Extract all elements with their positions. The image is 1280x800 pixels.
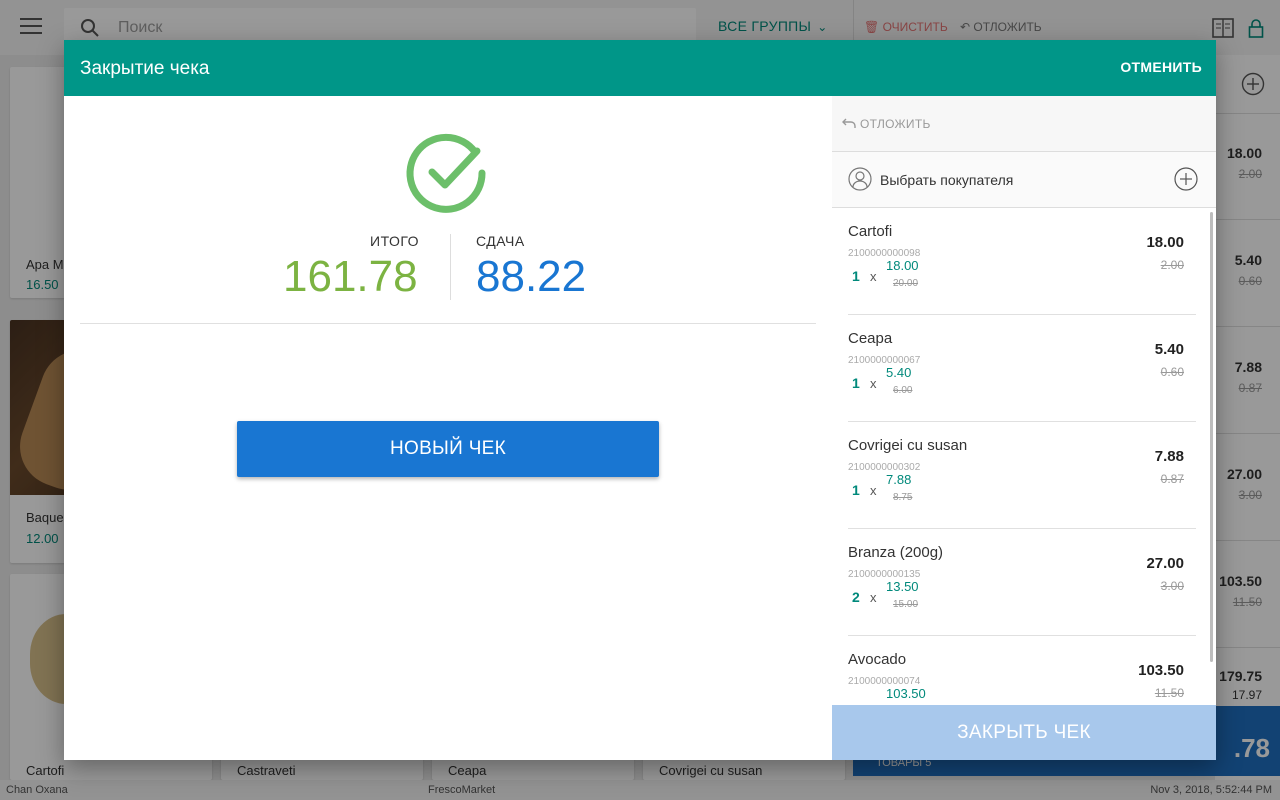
item-name: Covrigei cu susan [848, 437, 968, 454]
item-total: 18.00 [1146, 234, 1184, 251]
item-total: 103.50 [1138, 662, 1184, 679]
receipt-item[interactable]: Ceapa 2100000000067 1 x 5.40 6.00 5.40 0… [848, 315, 1196, 422]
person-icon [848, 167, 872, 191]
cancel-button[interactable]: ОТМЕНИТЬ [1120, 59, 1202, 75]
multiply-sign: x [870, 269, 877, 284]
item-unit-old-price: 8.75 [893, 492, 913, 503]
item-name: Avocado [848, 651, 907, 668]
multiply-sign: x [870, 376, 877, 391]
close-check-button[interactable]: ЗАКРЫТЬ ЧЕК [832, 705, 1216, 760]
item-discount: 11.50 [1154, 686, 1184, 700]
receipt-item[interactable]: Branza (200g) 2100000000135 2 x 13.50 15… [848, 529, 1196, 636]
undo-icon [842, 118, 856, 128]
scrollbar[interactable] [1210, 212, 1213, 662]
change-label: СДАЧА [476, 233, 525, 249]
item-unit-price: 13.50 [886, 579, 919, 594]
select-customer-row[interactable]: Выбрать покупателя [832, 152, 1216, 208]
item-unit-price: 5.40 [886, 365, 912, 380]
check-circle-icon [406, 133, 486, 213]
multiply-sign: x [870, 590, 877, 605]
item-quantity[interactable]: 1 [852, 375, 860, 391]
divider [450, 234, 451, 300]
dialog-header: Закрытие чека ОТМЕНИТЬ [64, 40, 1216, 96]
item-discount: 0.87 [1160, 472, 1184, 486]
change-value: 88.22 [476, 252, 587, 301]
receipt-panel: ОТЛОЖИТЬ Выбрать покупателя Cartofi 2100… [832, 96, 1216, 760]
receipt-item[interactable]: Avocado 2100000000074 103.50 103.50 11.5… [848, 636, 1196, 705]
item-discount: 3.00 [1160, 579, 1184, 593]
item-unit-price: 7.88 [886, 472, 912, 487]
multiply-sign: x [870, 483, 877, 498]
item-name: Branza (200g) [848, 544, 944, 561]
defer-button[interactable]: ОТЛОЖИТЬ [832, 96, 1216, 152]
item-total: 27.00 [1146, 555, 1184, 572]
item-unit-price: 103.50 [886, 686, 926, 701]
plus-circle-icon[interactable] [1174, 167, 1198, 191]
item-discount: 2.00 [1160, 258, 1184, 272]
item-unit-old-price: 20.00 [893, 278, 919, 289]
new-check-button[interactable]: НОВЫЙ ЧЕК [237, 421, 659, 477]
dialog-title: Закрытие чека [80, 58, 210, 79]
defer-label: ОТЛОЖИТЬ [860, 117, 931, 131]
total-value: 161.78 [283, 252, 418, 301]
item-quantity[interactable]: 1 [852, 482, 860, 498]
receipt-item[interactable]: Covrigei cu susan 2100000000302 1 x 7.88… [848, 422, 1196, 529]
select-customer-label: Выбрать покупателя [880, 172, 1014, 188]
divider [80, 323, 816, 324]
item-name: Cartofi [848, 223, 893, 240]
item-unit-old-price: 6.00 [893, 385, 913, 396]
close-check-dialog: Закрытие чека ОТМЕНИТЬ ИТОГО 161.78 СДАЧ… [64, 40, 1216, 760]
item-total: 5.40 [1154, 341, 1184, 358]
item-total: 7.88 [1154, 448, 1184, 465]
payment-summary: ИТОГО 161.78 СДАЧА 88.22 НОВЫЙ ЧЕК [64, 96, 832, 760]
receipt-item[interactable]: Cartofi 2100000000098 1 x 18.00 20.00 18… [848, 208, 1196, 315]
receipt-items-list[interactable]: Cartofi 2100000000098 1 x 18.00 20.00 18… [832, 208, 1216, 705]
total-label: ИТОГО [370, 233, 420, 249]
item-quantity[interactable]: 2 [852, 589, 860, 605]
item-unit-old-price: 15.00 [893, 599, 919, 610]
item-discount: 0.60 [1160, 365, 1184, 379]
item-quantity[interactable]: 1 [852, 268, 860, 284]
item-unit-price: 18.00 [886, 258, 919, 273]
item-name: Ceapa [848, 330, 893, 347]
